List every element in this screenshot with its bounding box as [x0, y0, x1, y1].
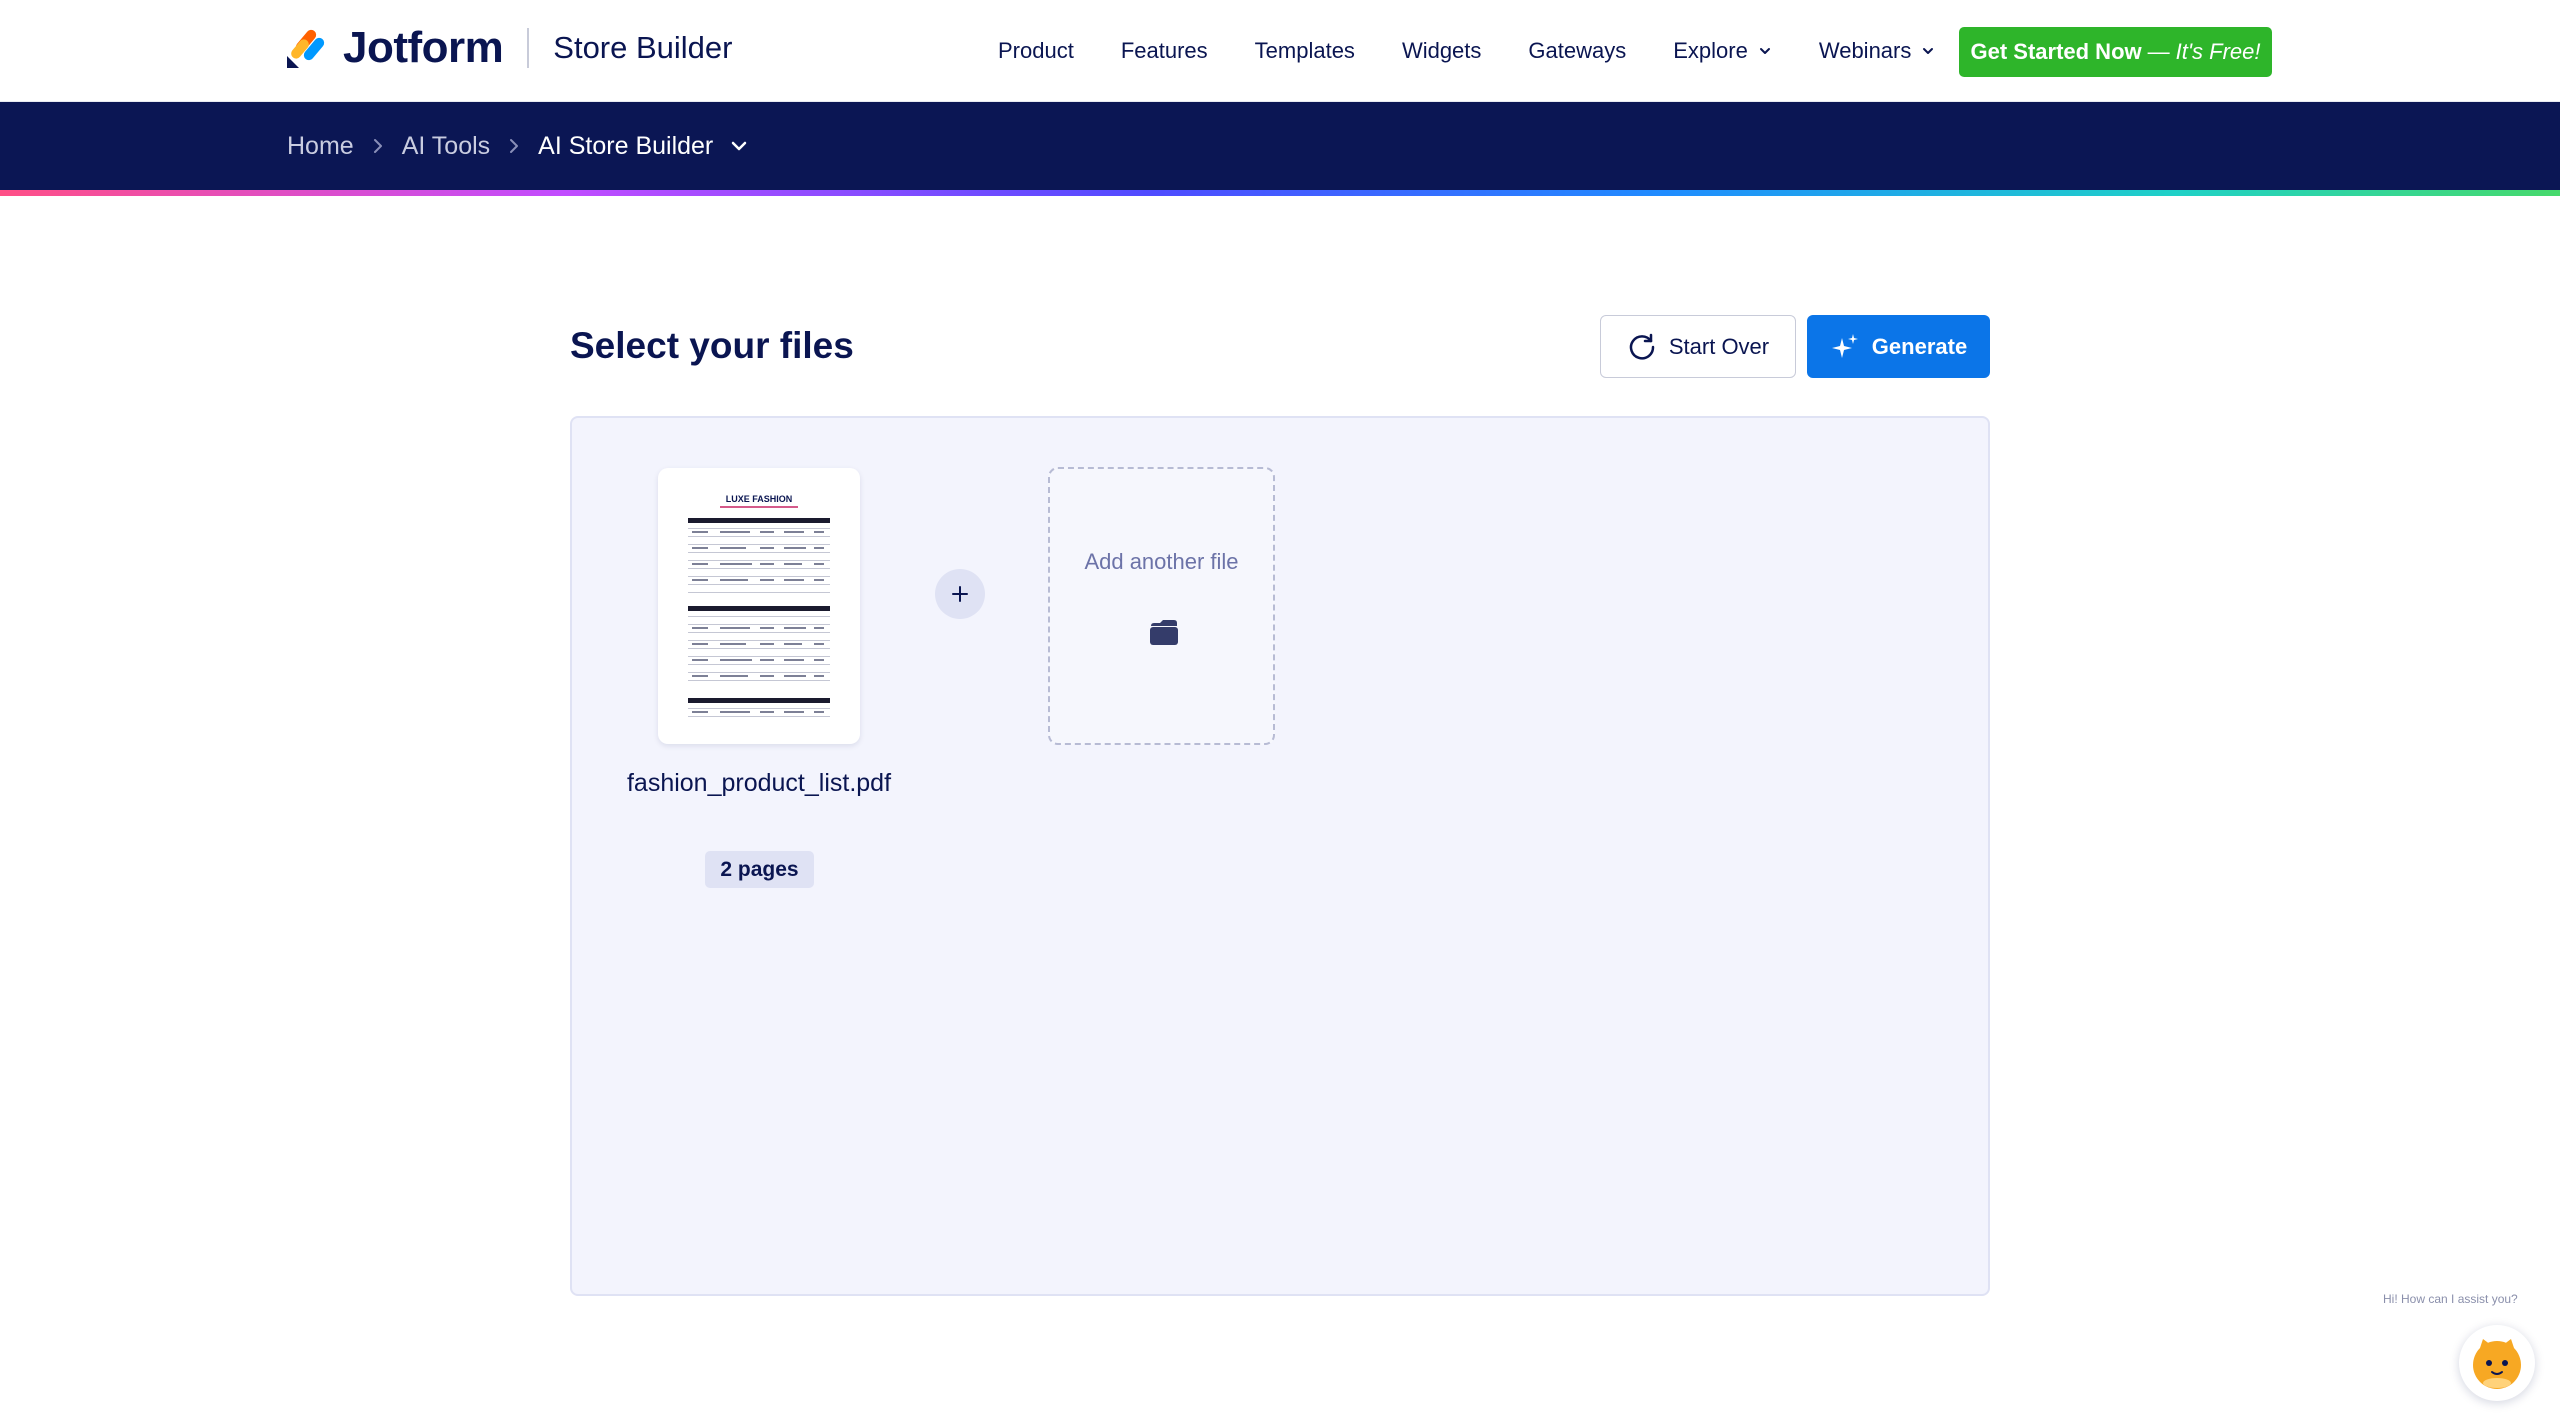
- page-title: Select your files: [570, 325, 854, 366]
- jotform-logo[interactable]: Jotform Store Builder: [285, 23, 733, 72]
- brand-name: Jotform: [343, 23, 504, 72]
- nav-templates-label: Templates: [1254, 38, 1355, 63]
- get-started-button[interactable]: Get Started Now — It's Free!: [1959, 27, 2272, 77]
- cta-main-label: Get Started Now: [1970, 39, 2142, 64]
- nav-webinars-label: Webinars: [1818, 38, 1912, 63]
- refresh-icon: [1629, 333, 1655, 360]
- nav-webinars[interactable]: Webinars: [1819, 38, 1936, 64]
- breadcrumb-bar: Home AI Tools AI Store Builder: [0, 102, 2560, 190]
- nav-widgets-label: Widgets: [1401, 38, 1482, 63]
- add-file-label: Add another file: [1084, 549, 1239, 574]
- chevron-down-icon[interactable]: [729, 136, 749, 156]
- breadcrumb-ai-tools[interactable]: AI Tools: [402, 132, 490, 161]
- insert-file-button[interactable]: [935, 569, 985, 619]
- nav-features[interactable]: Features: [1121, 38, 1208, 64]
- nav-widgets[interactable]: Widgets: [1402, 38, 1481, 64]
- sparkle-icon: [1831, 333, 1858, 358]
- start-over-button[interactable]: Start Over: [1600, 315, 1796, 378]
- folder-icon: [1150, 620, 1178, 645]
- file-name: fashion_product_list.pdf: [626, 769, 892, 797]
- breadcrumb-home[interactable]: Home: [287, 132, 354, 161]
- plus-icon: [952, 586, 968, 602]
- nav-gateways-label: Gateways: [1528, 38, 1627, 63]
- chevron-down-icon: [1759, 48, 1770, 54]
- start-over-label: Start Over: [1668, 333, 1770, 359]
- nav-product-label: Product: [998, 38, 1074, 63]
- add-file-slot[interactable]: Add another file: [1048, 467, 1275, 745]
- generate-label: Generate: [1871, 333, 1968, 359]
- thumbnail-title: LUXE FASHION: [726, 494, 793, 504]
- top-navigation: Jotform Store Builder Product Features T…: [0, 0, 2560, 102]
- uploaded-file-card[interactable]: LUXE FASHION: [658, 468, 860, 744]
- jotform-logo-icon: [287, 29, 325, 68]
- logo-divider: [527, 28, 530, 68]
- breadcrumb: Home AI Tools AI Store Builder: [287, 102, 749, 190]
- nav-features-label: Features: [1120, 38, 1208, 63]
- nav-product[interactable]: Product: [998, 38, 1074, 64]
- chevron-right-icon: [510, 139, 519, 153]
- breadcrumb-current: AI Store Builder: [538, 131, 714, 160]
- nav-templates[interactable]: Templates: [1255, 38, 1355, 64]
- product-name: Store Builder: [553, 30, 733, 65]
- main-menu: Product Features Templates Widgets Gatew…: [998, 0, 1982, 102]
- rainbow-divider: [0, 190, 2560, 196]
- pdf-thumbnail: LUXE FASHION: [680, 486, 838, 726]
- nav-explore[interactable]: Explore: [1673, 38, 1772, 64]
- cta-separator: —: [2147, 39, 2170, 64]
- chevron-right-icon: [373, 139, 382, 153]
- nav-explore-label: Explore: [1673, 38, 1748, 63]
- cta-free-label: It's Free!: [2175, 39, 2261, 64]
- chevron-down-icon: [1923, 48, 1934, 54]
- page-count-badge: 2 pages: [705, 851, 814, 888]
- chat-assistant-button[interactable]: [2459, 1325, 2535, 1401]
- nav-gateways[interactable]: Gateways: [1528, 38, 1626, 64]
- generate-button[interactable]: Generate: [1807, 315, 1990, 378]
- assistant-avatar-icon: [2473, 1339, 2521, 1389]
- chat-hint: Hi! How can I assist you?: [2383, 1292, 2518, 1306]
